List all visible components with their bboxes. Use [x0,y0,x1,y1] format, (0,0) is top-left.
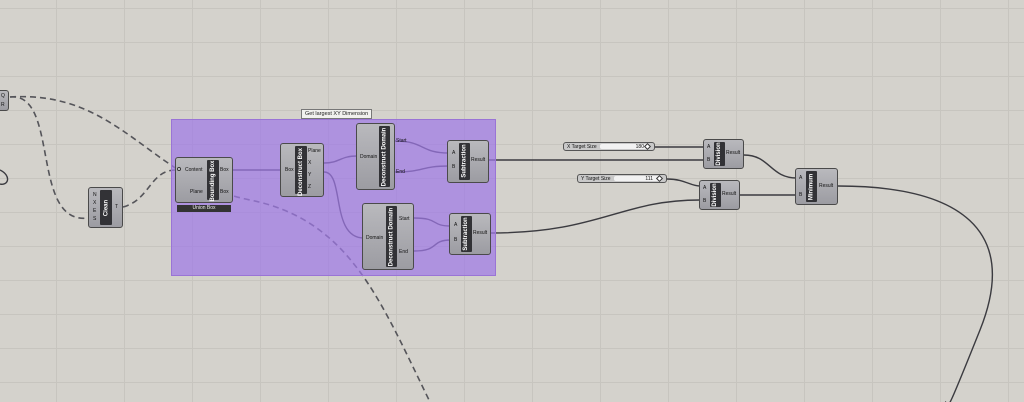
output-x[interactable]: X [308,161,311,166]
grasshopper-canvas[interactable]: Q R Get largest XY Dimension N X E S Cle… [0,0,1024,402]
wire-left-edge [0,169,9,185]
output-start[interactable]: Start [399,217,410,222]
input-plane[interactable]: Plane [190,190,203,195]
input-a[interactable]: A [707,145,710,150]
component-title: Clean [103,199,110,217]
output-result[interactable]: Result [819,184,833,189]
group-title[interactable]: Get largest XY Dimension [301,109,373,119]
input-e[interactable]: E [93,209,96,214]
input-x[interactable]: X [93,201,96,206]
output-end[interactable]: End [399,250,408,255]
component-title: Division [712,183,718,207]
deconstruct-domain-component-1[interactable]: Domain Deconstruct Domain Start End [356,123,407,190]
component-core: Minimum [806,171,817,202]
wire-slidery-div2 [666,178,701,187]
bounding-box-mode: Union Box [177,205,231,212]
output-result[interactable]: Result [471,158,485,163]
y-target-size-slider[interactable]: Y Target Size 111 [577,174,667,183]
input-a[interactable]: A [703,186,706,191]
input-b[interactable]: B [454,238,457,243]
component-core: Division [710,183,721,207]
component-core: Subtraction [461,216,472,252]
input-a[interactable]: A [452,151,455,156]
output-box[interactable]: Box [220,168,229,173]
input-s[interactable]: S [93,217,96,222]
input-box[interactable]: Box [285,168,294,173]
division-component-1[interactable]: A B Division Result [703,139,744,169]
division-component-2[interactable]: A B Division Result [699,180,740,210]
subtraction-component-1[interactable]: A B Subtraction Result [447,140,489,183]
component-title: Subtraction [461,144,468,178]
output-result[interactable]: Result [726,151,740,156]
component-core: Bounding Box [207,160,219,202]
output-y[interactable]: Y [308,173,311,178]
wire-div1-min [743,154,798,179]
wire-min-out [837,185,993,402]
wire-dashed-clean [122,169,177,208]
input-n[interactable]: N [93,193,97,198]
input-domain[interactable]: Domain [360,155,377,160]
component-core: Clean [100,190,112,225]
slider-name: X Target Size [567,144,597,150]
output-plane[interactable]: Plane [308,149,321,154]
input-a[interactable]: A [454,223,457,228]
bounding-box-component[interactable]: Content Plane Bounding Box Box Box [175,157,233,203]
clean-component[interactable]: N X E S Clean T [88,187,123,228]
component-core: Deconstruct Domain [386,206,397,267]
output-start[interactable]: Start [396,139,407,144]
slider-name: Y Target Size [581,176,611,182]
component-core: Subtraction [459,143,470,180]
minimum-component[interactable]: A B Minimum Result [795,168,838,205]
component-title: Bounding Box [210,160,216,202]
x-target-size-slider[interactable]: X Target Size 180 [563,142,655,151]
input-domain[interactable]: Domain [366,236,383,241]
input-b[interactable]: B [707,158,710,163]
output-end[interactable]: End [396,170,405,175]
input-a[interactable]: A [799,176,802,181]
deconstruct-box-component[interactable]: Box Deconstruct Box Plane X Y Z [280,143,324,197]
wire-dashed-loop [9,96,89,219]
wires-layer [0,95,993,402]
component-title: Deconstruct Domain [381,127,388,187]
slider-value: 180 [635,144,644,150]
component-title: Deconstruct Domain [388,207,395,267]
input-b[interactable]: B [799,193,802,198]
component-core: Deconstruct Domain [379,126,390,187]
component-title: Division [716,142,722,166]
input-b[interactable]: B [452,165,455,170]
input-content[interactable]: Content [185,168,203,173]
offscreen-component[interactable]: Q R [0,90,9,111]
input-grip[interactable] [177,167,181,171]
output-result[interactable]: Result [473,231,487,236]
output-result[interactable]: Result [722,192,736,197]
subtraction-component-2[interactable]: A B Subtraction Result [449,213,491,255]
component-title: Subtraction [463,217,469,251]
slider-track[interactable] [614,176,662,181]
pin-label: Q [1,93,5,99]
deconstruct-domain-component-2[interactable]: Domain Deconstruct Domain Start End [362,203,414,270]
wire-sub2-div2 [490,199,701,234]
output-t[interactable]: T [115,205,118,210]
output-box[interactable]: Box [220,190,229,195]
component-core: Deconstruct Box [295,146,307,197]
component-title: Minimum [808,173,815,201]
pin-label: R [1,102,5,108]
component-title: Deconstruct Box [298,148,304,197]
input-b[interactable]: B [703,199,706,204]
slider-value: 111 [645,176,653,182]
component-core: Division [714,142,725,166]
output-z[interactable]: Z [308,185,311,190]
